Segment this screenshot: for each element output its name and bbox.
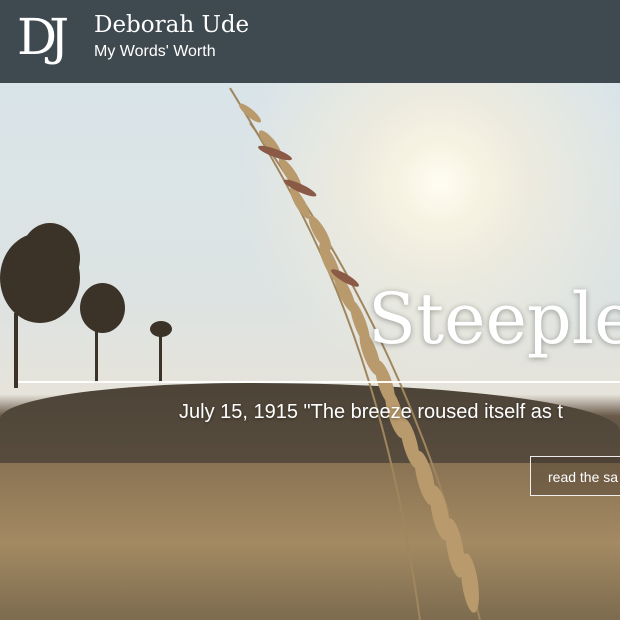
site-brand[interactable]: Deborah Ude My Words' Worth [94, 12, 249, 64]
hero-title: Steeple S [368, 278, 620, 360]
site-name[interactable]: Deborah Ude [94, 12, 249, 38]
hero-banner: Steeple S July 15, 1915 "The breeze rous… [0, 83, 620, 620]
hero-divider [18, 381, 620, 383]
site-header: DJ Deborah Ude My Words' Worth [0, 0, 620, 83]
site-tagline: My Words' Worth [94, 43, 216, 60]
hero-subtitle: July 15, 1915 "The breeze roused itself … [179, 401, 563, 423]
read-story-button[interactable]: read the sa [530, 456, 620, 496]
site-logo[interactable]: DJ [17, 12, 69, 62]
